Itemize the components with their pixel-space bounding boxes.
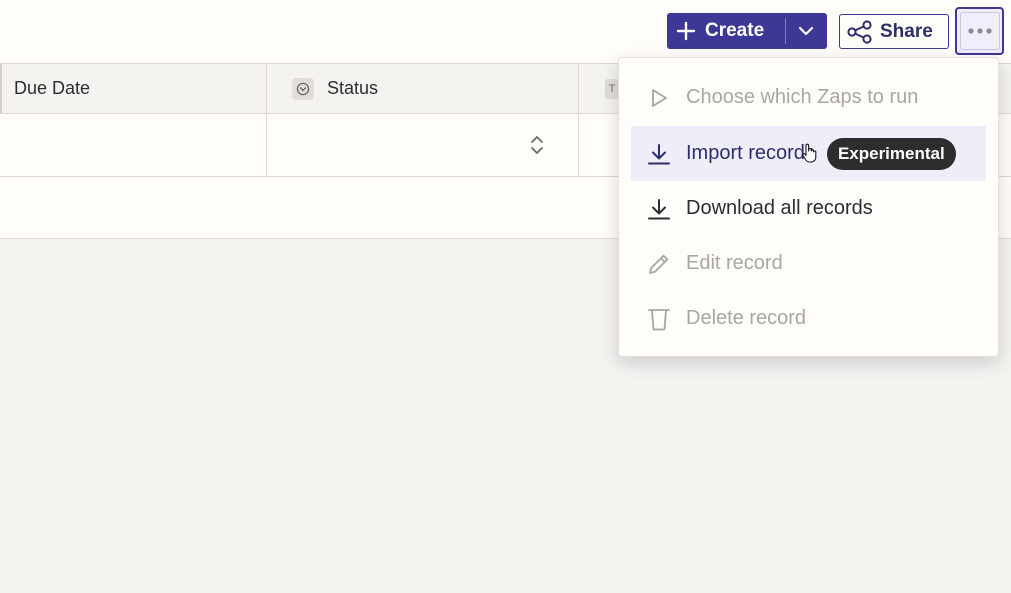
top-bar: Create Share (0, 0, 1011, 63)
select-arrows-icon[interactable] (529, 133, 545, 162)
menu-item-choose-zaps[interactable]: Choose which Zaps to run (631, 70, 986, 125)
menu-item-label: Edit record (686, 252, 783, 274)
pencil-icon (631, 252, 686, 276)
menu-item-label: Import records (686, 142, 815, 164)
dropdown-field-icon (292, 77, 314, 100)
hand-cursor-icon (801, 143, 817, 168)
column-header-status[interactable]: Status (266, 64, 578, 113)
chevron-down-icon[interactable] (786, 13, 826, 49)
menu-item-label: Delete record (686, 307, 807, 329)
create-button-label: Create (705, 20, 765, 41)
trash-icon (631, 306, 686, 332)
experimental-badge: Experimental (826, 137, 956, 170)
play-icon (631, 87, 686, 109)
menu-item-download-all-records[interactable]: Download all records (631, 181, 986, 236)
cell-status[interactable] (266, 114, 578, 176)
menu-item-label: Download all records (686, 197, 873, 219)
menu-item-edit-record[interactable]: Edit record (631, 236, 986, 291)
download-icon (631, 142, 686, 166)
share-button[interactable]: Share (839, 14, 949, 49)
more-options-menu: Choose which Zaps to run Import records … (618, 57, 999, 357)
menu-item-delete-record[interactable]: Delete record (631, 291, 986, 346)
column-header-due-date[interactable]: Due Date (0, 64, 266, 113)
more-icon (959, 12, 1000, 50)
column-header-label: Status (327, 78, 379, 98)
download-icon (631, 197, 686, 221)
cell-due-date[interactable] (0, 114, 266, 176)
menu-item-label: Choose which Zaps to run (686, 86, 919, 108)
create-button[interactable]: Create (667, 13, 827, 49)
share-button-label: Share (880, 20, 933, 42)
more-options-button[interactable] (955, 7, 1004, 55)
plus-icon (667, 13, 705, 49)
column-header-label: Due Date (14, 78, 91, 98)
share-icon (840, 19, 880, 44)
text-field-icon: T (605, 78, 619, 99)
